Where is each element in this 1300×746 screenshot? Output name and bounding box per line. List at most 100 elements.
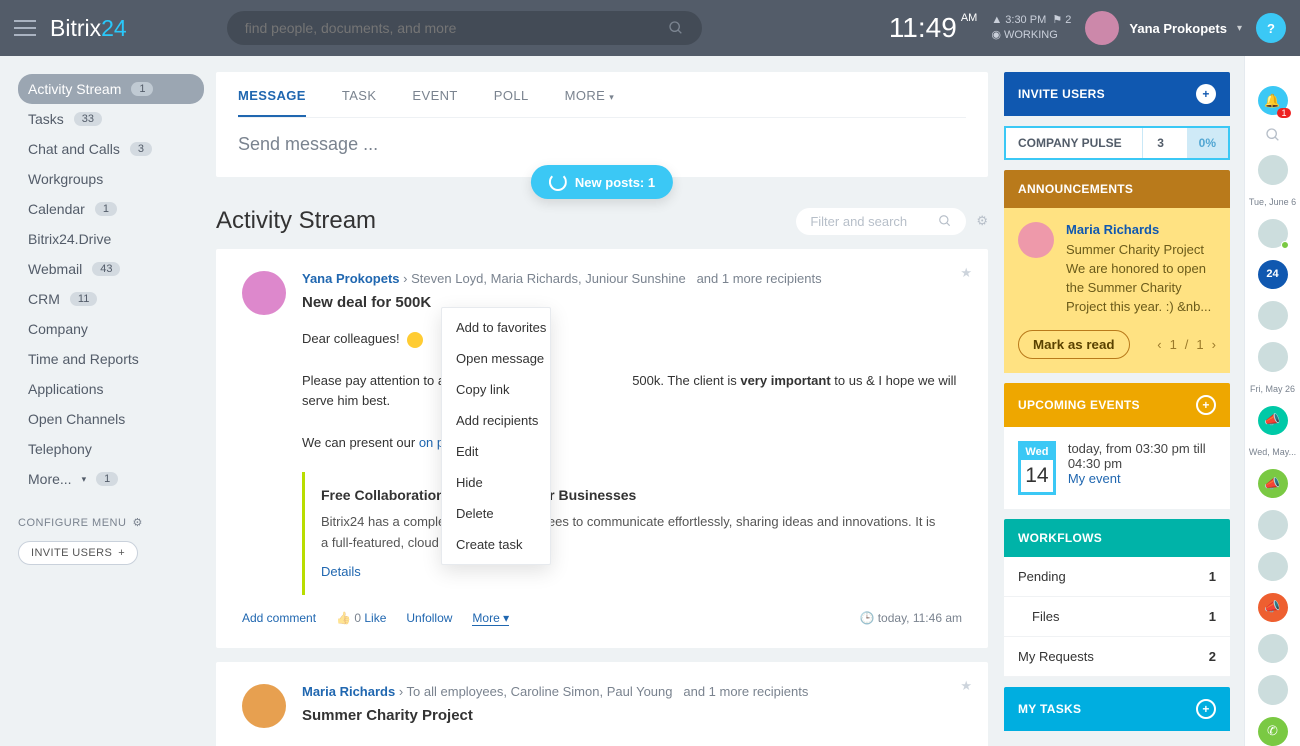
- sidebar-item[interactable]: Webmail43: [18, 254, 204, 284]
- sidebar-item[interactable]: Applications: [18, 374, 204, 404]
- filter-search[interactable]: Filter and search: [796, 208, 966, 235]
- sidebar-item-label: Applications: [28, 381, 104, 397]
- sidebar-item[interactable]: Time and Reports: [18, 344, 204, 374]
- sidebar-item-label: Time and Reports: [28, 351, 139, 367]
- avatar[interactable]: [1258, 510, 1288, 539]
- tab[interactable]: MORE ▾: [565, 88, 615, 117]
- smile-icon: [407, 332, 423, 348]
- feed-post: ★ Maria Richards › To all employees, Car…: [216, 662, 988, 746]
- avatar[interactable]: [1258, 634, 1288, 663]
- announce-icon[interactable]: 📣: [1258, 593, 1288, 622]
- sidebar-item[interactable]: CRM11: [18, 284, 204, 314]
- sidebar-item-label: Company: [28, 321, 88, 337]
- gear-icon[interactable]: ⚙: [976, 213, 988, 229]
- badge: 33: [74, 112, 102, 126]
- announce-icon[interactable]: 📣: [1258, 469, 1288, 498]
- plus-icon[interactable]: +: [1196, 395, 1216, 415]
- sidebar-item[interactable]: Telephony: [18, 434, 204, 464]
- post-recipients[interactable]: Steven Loyd, Maria Richards, Juniour Sun…: [411, 271, 686, 286]
- search-icon[interactable]: [1265, 127, 1281, 143]
- context-menu-item[interactable]: Open message: [442, 343, 550, 374]
- sidebar-item[interactable]: Calendar1: [18, 194, 204, 224]
- bell-icon[interactable]: 🔔1: [1258, 86, 1288, 115]
- like-link[interactable]: Like: [364, 611, 386, 625]
- context-menu-item[interactable]: Add recipients: [442, 405, 550, 436]
- badge: 1: [131, 82, 153, 96]
- search-input[interactable]: [245, 20, 668, 36]
- star-icon[interactable]: ★: [960, 678, 972, 694]
- rail-date-label: Tue, June 6: [1249, 197, 1296, 207]
- tab[interactable]: TASK: [342, 88, 377, 117]
- badge: 11: [70, 292, 97, 306]
- context-menu-item[interactable]: Hide: [442, 467, 550, 498]
- prev-icon[interactable]: ‹: [1157, 337, 1161, 352]
- menu-toggle-icon[interactable]: [14, 20, 36, 36]
- sidebar-item[interactable]: Activity Stream1: [18, 74, 204, 104]
- post-recipients[interactable]: To all employees, Caroline Simon, Paul Y…: [407, 684, 673, 699]
- workflow-row[interactable]: Files1: [1004, 597, 1230, 637]
- announcement: Maria Richards Summer Charity Project We…: [1004, 208, 1230, 330]
- sidebar-item[interactable]: Tasks 33: [18, 104, 204, 134]
- tab[interactable]: POLL: [494, 88, 529, 117]
- reload-icon: [549, 173, 567, 191]
- avatar[interactable]: [1258, 219, 1288, 248]
- sidebar: Activity Stream1 Tasks 33 Chat and Calls3Wo…: [0, 56, 216, 746]
- event-link[interactable]: My event: [1068, 471, 1121, 486]
- help-button[interactable]: ?: [1256, 13, 1286, 43]
- post-attachment: Free Collaboration And S tform For Busin…: [302, 472, 962, 595]
- plus-icon[interactable]: +: [1196, 84, 1216, 104]
- sidebar-item-label: Tasks: [28, 111, 64, 127]
- tab[interactable]: EVENT: [412, 88, 457, 117]
- next-icon[interactable]: ›: [1212, 337, 1216, 352]
- brand-logo[interactable]: Bitrix24: [50, 15, 127, 42]
- unfollow-link[interactable]: Unfollow: [406, 611, 452, 625]
- rail-date-label: Fri, May 26: [1250, 384, 1295, 394]
- context-menu-item[interactable]: Delete: [442, 498, 550, 529]
- invite-users-widget[interactable]: INVITE USERS+: [1004, 72, 1230, 116]
- new-posts-pill[interactable]: New posts: 1: [531, 165, 673, 199]
- star-icon[interactable]: ★: [960, 265, 972, 281]
- mark-as-read-button[interactable]: Mark as read: [1018, 330, 1130, 359]
- sidebar-item[interactable]: Company: [18, 314, 204, 344]
- user-menu[interactable]: Yana Prokopets ▾: [1085, 11, 1242, 45]
- plus-icon[interactable]: +: [1196, 699, 1216, 719]
- add-comment-link[interactable]: Add comment: [242, 611, 316, 625]
- avatar[interactable]: [242, 271, 286, 315]
- post-author[interactable]: Yana Prokopets: [302, 271, 400, 286]
- context-menu-item[interactable]: Create task: [442, 529, 550, 560]
- invite-users-button[interactable]: INVITE USERS +: [18, 541, 138, 565]
- avatar[interactable]: [1258, 342, 1288, 371]
- bitrix24-icon[interactable]: 24: [1258, 260, 1288, 289]
- sidebar-item[interactable]: Bitrix24.Drive: [18, 224, 204, 254]
- avatar[interactable]: [1258, 552, 1288, 581]
- sidebar-item[interactable]: Workgroups: [18, 164, 204, 194]
- thumb-up-icon[interactable]: 👍: [336, 611, 351, 625]
- search-icon[interactable]: [668, 20, 684, 36]
- tab[interactable]: MESSAGE: [238, 88, 306, 117]
- announce-icon[interactable]: 📣: [1258, 406, 1288, 435]
- post-title: Summer Charity Project: [302, 707, 808, 724]
- sidebar-item-label: Open Channels: [28, 411, 125, 427]
- event[interactable]: Wed14 today, from 03:30 pm till 04:30 pm…: [1004, 427, 1230, 509]
- sidebar-item[interactable]: Chat and Calls3: [18, 134, 204, 164]
- announcement-author[interactable]: Maria Richards: [1066, 222, 1216, 237]
- avatar[interactable]: [1258, 155, 1288, 184]
- company-pulse-widget[interactable]: COMPANY PULSE 3 0%: [1004, 126, 1230, 160]
- avatar[interactable]: [242, 684, 286, 728]
- workflow-row[interactable]: Pending1: [1004, 557, 1230, 597]
- context-menu-item[interactable]: Add to favorites: [442, 312, 550, 343]
- post-author[interactable]: Maria Richards: [302, 684, 395, 699]
- global-search[interactable]: [227, 11, 702, 45]
- context-menu-item[interactable]: Edit: [442, 436, 550, 467]
- workflow-row[interactable]: My Requests2: [1004, 637, 1230, 677]
- more-link[interactable]: More ▾: [472, 611, 509, 626]
- avatar[interactable]: [1018, 222, 1054, 258]
- sidebar-item[interactable]: Open Channels: [18, 404, 204, 434]
- details-link[interactable]: Details: [321, 562, 361, 583]
- avatar[interactable]: [1258, 301, 1288, 330]
- phone-icon[interactable]: ✆: [1258, 717, 1288, 746]
- sidebar-item[interactable]: More... ▾ 1: [18, 464, 204, 494]
- avatar[interactable]: [1258, 675, 1288, 704]
- context-menu-item[interactable]: Copy link: [442, 374, 550, 405]
- configure-menu[interactable]: CONFIGURE MENU ⚙: [18, 516, 204, 529]
